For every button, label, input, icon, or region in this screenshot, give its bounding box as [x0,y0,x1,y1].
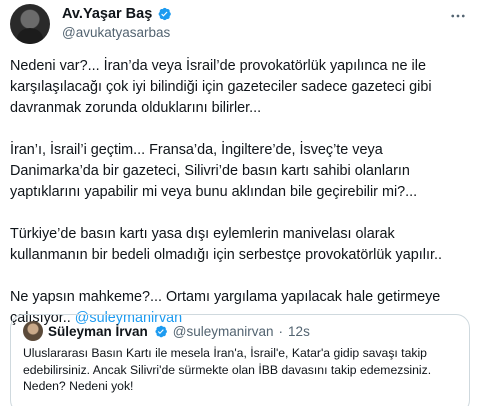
separator-dot: · [278,323,284,339]
author-handle[interactable]: @avukatyasarbas [62,25,170,40]
tweet-paragraph: Türkiye’de basın kartı yasa dışı eylemle… [10,226,442,263]
quoted-tweet-header: Süleyman İrvan @suleymanirvan · 12s [23,321,310,341]
quoted-author-handle[interactable]: @suleymanirvan [173,324,274,339]
verified-badge-icon [158,7,172,21]
verified-badge-icon [155,325,167,337]
quoted-author-avatar[interactable] [23,321,43,341]
tweet-text: Nedeni var?... İran’da veya İsrail’de pr… [10,56,472,350]
tweet-header: Av.Yaşar Baş @avukatyasarbas [10,4,470,44]
quoted-tweet-time[interactable]: 12s [288,324,310,339]
tweet-paragraph: Nedeni var?... İran’da veya İsrail’de pr… [10,58,432,116]
author-name-row: Av.Yaşar Baş [62,6,172,22]
quoted-tweet[interactable]: Süleyman İrvan @suleymanirvan · 12s Ulus… [10,314,470,406]
more-options-icon[interactable] [446,6,470,26]
tweet-paragraph: İran’ı, İsrail’i geçtim... Fransa’da, İn… [10,142,418,200]
author-avatar[interactable] [10,4,50,44]
author-display-name[interactable]: Av.Yaşar Baş [62,6,152,22]
quoted-author-name[interactable]: Süleyman İrvan [48,324,148,339]
quoted-tweet-text: Uluslararası Basın Kartı ile mesela İran… [23,346,432,393]
